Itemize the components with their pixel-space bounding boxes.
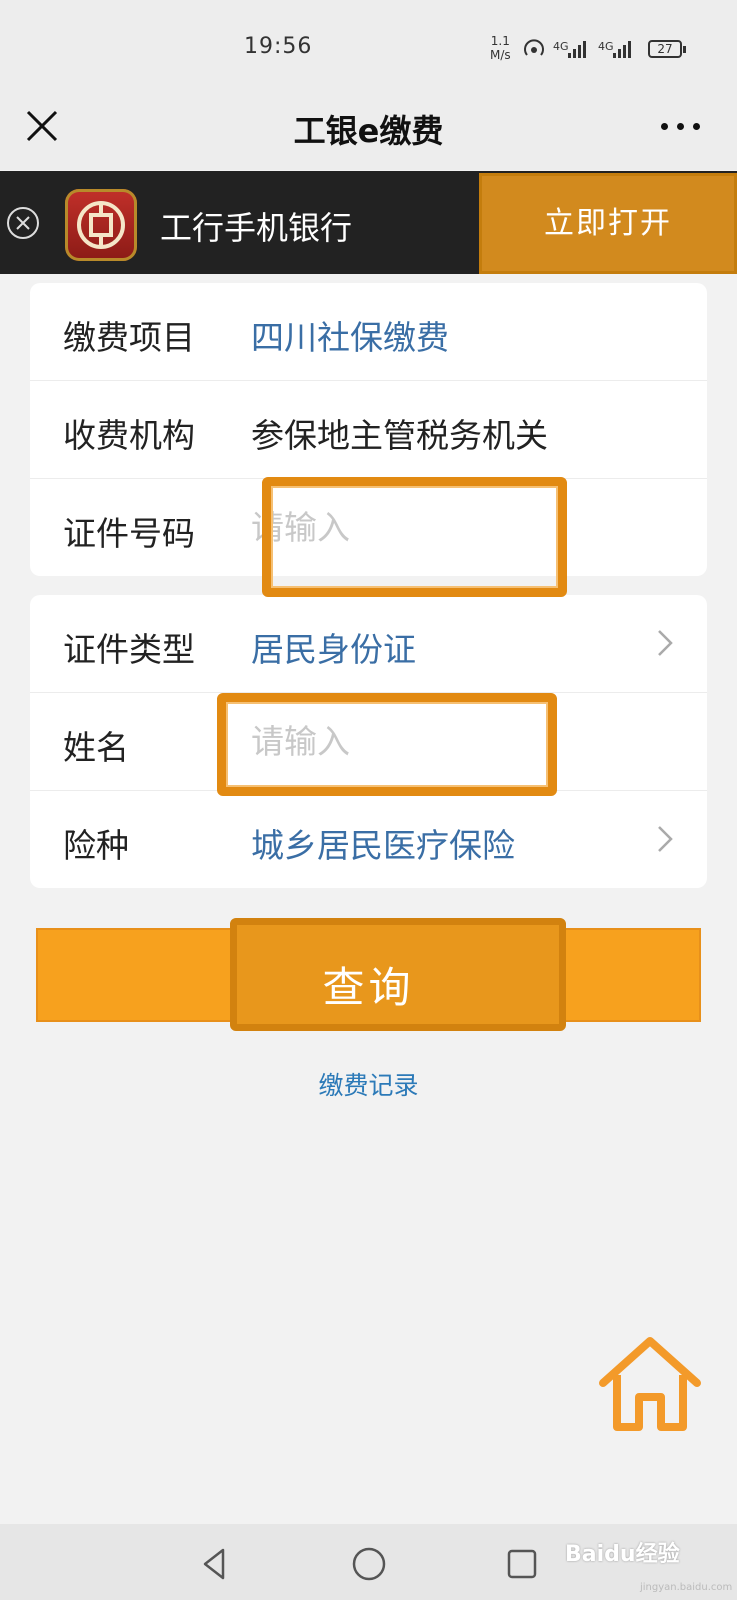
- signal-icon: [568, 40, 590, 58]
- identity-card: 证件类型 居民身份证 姓名 险种 城乡居民医疗保险: [30, 595, 707, 888]
- chevron-right-icon: [658, 826, 673, 852]
- net-speed: 1.1 M/s: [490, 34, 511, 62]
- banner-app-name: 工行手机银行: [160, 209, 353, 247]
- more-icon[interactable]: [657, 114, 705, 138]
- recents-icon[interactable]: [502, 1544, 542, 1584]
- watermark: Baidu经验: [565, 1542, 680, 1567]
- form-row-insurance-type[interactable]: 险种 城乡居民医疗保险: [30, 791, 707, 888]
- chevron-right-icon: [658, 630, 673, 656]
- field-label: 姓名: [63, 728, 129, 767]
- field-label: 缴费项目: [63, 318, 195, 357]
- payment-info-card: 缴费项目 四川社保缴费 收费机构 参保地主管税务机关 证件号码: [30, 283, 707, 576]
- home-circle-icon[interactable]: [349, 1544, 389, 1584]
- app-banner: 工行手机银行 立即打开: [0, 171, 737, 274]
- sim1-label: 4G: [553, 40, 569, 53]
- form-row-item[interactable]: 缴费项目 四川社保缴费: [30, 283, 707, 381]
- net-speed-unit: M/s: [490, 48, 511, 62]
- system-nav-bar: Baidu经验 jingyan.baidu.com: [0, 1524, 737, 1600]
- close-circle-icon[interactable]: [6, 206, 40, 240]
- form-row-name: 姓名: [30, 693, 707, 791]
- field-label: 证件类型: [63, 630, 195, 669]
- id-number-input[interactable]: [251, 503, 531, 551]
- form-row-agency: 收费机构 参保地主管税务机关: [30, 381, 707, 479]
- net-speed-value: 1.1: [490, 34, 510, 48]
- payment-item-value: 四川社保缴费: [251, 318, 449, 357]
- status-time: 19:56: [244, 34, 313, 59]
- insurance-type-value: 城乡居民医疗保险: [251, 826, 515, 865]
- hotspot-icon: [524, 39, 544, 56]
- form-row-id-type[interactable]: 证件类型 居民身份证: [30, 595, 707, 693]
- query-button[interactable]: 查询: [36, 918, 701, 1031]
- battery-level: 27: [657, 42, 673, 56]
- field-label: 险种: [63, 826, 129, 865]
- open-app-button[interactable]: 立即打开: [479, 173, 737, 274]
- icbc-logo: [65, 189, 137, 261]
- name-input[interactable]: [251, 717, 531, 765]
- watermark-url: jingyan.baidu.com: [640, 1582, 733, 1593]
- field-label: 证件号码: [63, 514, 195, 553]
- agency-value: 参保地主管税务机关: [251, 416, 548, 455]
- back-icon[interactable]: [195, 1544, 235, 1584]
- status-bar: 19:56 1.1 M/s 4G 4G 27: [0, 0, 737, 90]
- payment-records-link[interactable]: 缴费记录: [0, 1066, 737, 1102]
- page-title: 工银e缴费: [293, 112, 444, 150]
- nav-bar: 工银e缴费: [0, 90, 737, 170]
- query-label: 查询: [322, 963, 415, 1012]
- id-type-value: 居民身份证: [251, 630, 416, 669]
- form-row-id-number: 证件号码: [30, 479, 707, 576]
- sim2-label: 4G: [598, 40, 614, 53]
- home-icon[interactable]: [595, 1335, 705, 1435]
- battery-icon: 27: [648, 40, 686, 58]
- field-label: 收费机构: [63, 416, 195, 455]
- signal-icon: [613, 40, 635, 58]
